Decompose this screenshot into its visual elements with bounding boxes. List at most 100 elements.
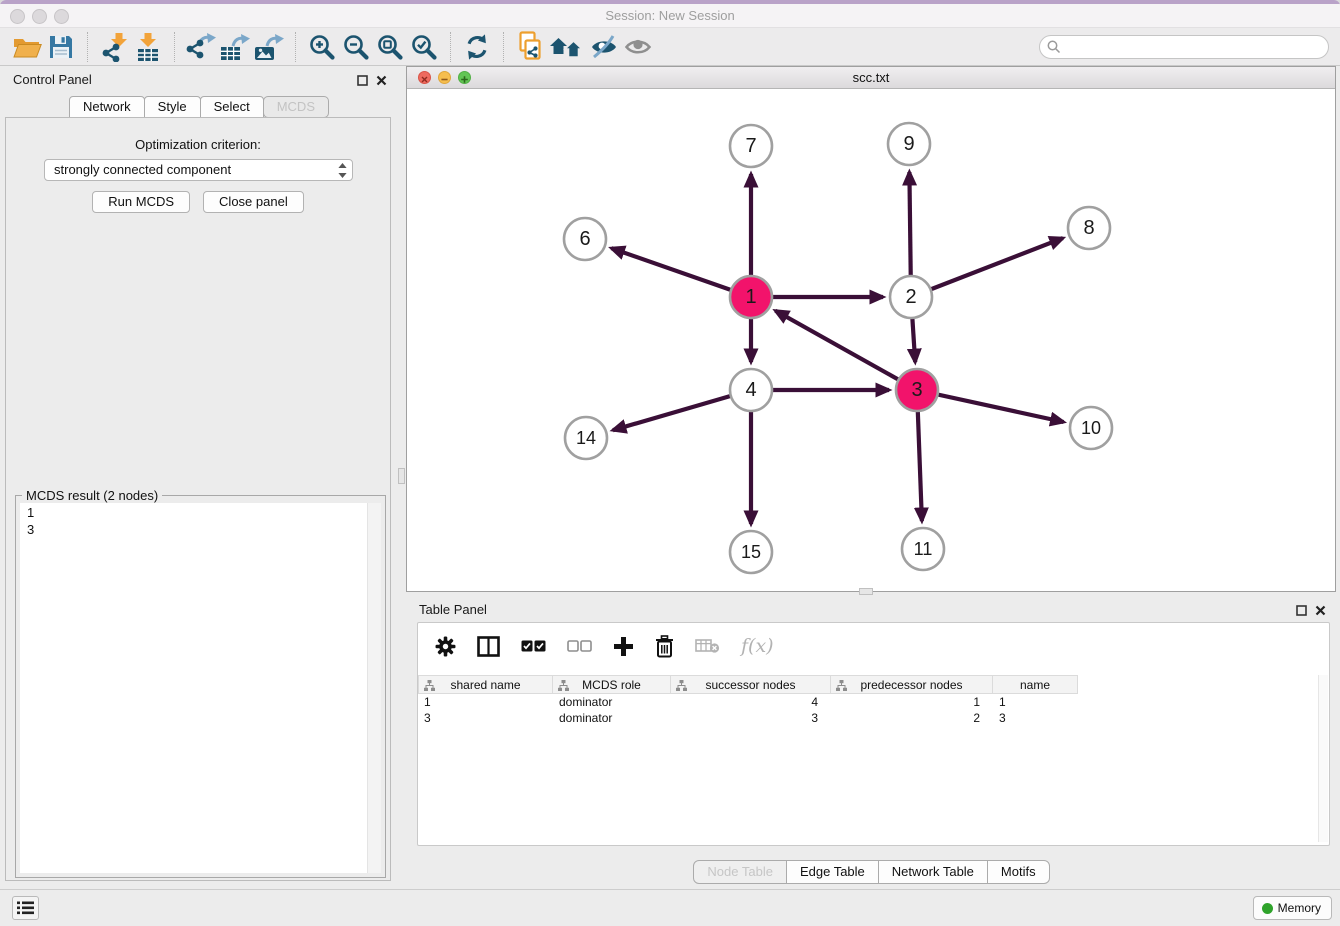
toolbar-separator bbox=[87, 32, 88, 62]
hierarchy-icon bbox=[424, 680, 435, 691]
zoom-selected-icon[interactable] bbox=[407, 30, 441, 64]
graph-node-1[interactable]: 1 bbox=[730, 276, 772, 318]
graph-node-2[interactable]: 2 bbox=[890, 276, 932, 318]
zoom-in-icon[interactable] bbox=[305, 30, 339, 64]
table-cell: dominator bbox=[553, 695, 671, 709]
import-network-icon[interactable] bbox=[97, 30, 131, 64]
graph-node-8[interactable]: 8 bbox=[1068, 207, 1110, 249]
svg-text:14: 14 bbox=[576, 428, 596, 448]
graph-node-15[interactable]: 15 bbox=[730, 531, 772, 573]
table-cell: 2 bbox=[831, 711, 993, 725]
column-header-successor-nodes[interactable]: successor nodes bbox=[671, 675, 831, 694]
graph-node-6[interactable]: 6 bbox=[564, 218, 606, 260]
graph-edge-2-8[interactable] bbox=[911, 238, 1063, 297]
frame-close-icon[interactable] bbox=[418, 71, 431, 84]
tab-select[interactable]: Select bbox=[200, 96, 264, 118]
graph-node-7[interactable]: 7 bbox=[730, 125, 772, 167]
column-label: predecessor nodes bbox=[860, 678, 962, 692]
column-header-shared-name[interactable]: shared name bbox=[418, 675, 553, 694]
toolbar-separator bbox=[174, 32, 175, 62]
svg-text:11: 11 bbox=[914, 539, 933, 559]
network-canvas[interactable]: 1 2 3 4 6 7 8 9 10 11 14 15 bbox=[407, 89, 1335, 591]
column-label: name bbox=[1020, 678, 1050, 692]
hierarchy-icon bbox=[836, 680, 847, 691]
mcds-result-group: MCDS result (2 nodes) 1 3 bbox=[15, 495, 386, 878]
tab-node-table[interactable]: Node Table bbox=[693, 860, 787, 884]
graph-edge-3-1[interactable] bbox=[775, 311, 917, 390]
home-icon[interactable] bbox=[547, 30, 587, 64]
hierarchy-icon bbox=[676, 680, 687, 691]
svg-text:2: 2 bbox=[905, 286, 916, 308]
copy-network-icon[interactable] bbox=[513, 30, 547, 64]
graph-edge-3-10[interactable] bbox=[917, 390, 1064, 422]
table-panel: Table Panel bbox=[406, 596, 1336, 888]
tab-motifs[interactable]: Motifs bbox=[987, 860, 1050, 884]
column-header-MCDS-role[interactable]: MCDS role bbox=[553, 675, 671, 694]
select-all-checkboxes-icon[interactable] bbox=[521, 640, 546, 652]
run-mcds-button[interactable]: Run MCDS bbox=[92, 191, 190, 213]
svg-text:15: 15 bbox=[741, 542, 761, 562]
graph-node-9[interactable]: 9 bbox=[888, 123, 930, 165]
table-cell: 3 bbox=[418, 711, 553, 725]
close-panel-icon[interactable] bbox=[1313, 604, 1327, 616]
add-column-icon[interactable] bbox=[613, 636, 634, 657]
graph-node-4[interactable]: 4 bbox=[730, 369, 772, 411]
export-table-icon[interactable] bbox=[218, 30, 252, 64]
table-cell: 3 bbox=[993, 711, 1078, 725]
frame-minimize-icon[interactable] bbox=[438, 71, 451, 84]
graph-node-3[interactable]: 3 bbox=[896, 369, 938, 411]
svg-text:9: 9 bbox=[903, 133, 914, 155]
column-label: successor nodes bbox=[705, 678, 795, 692]
close-panel-button[interactable]: Close panel bbox=[203, 191, 304, 213]
tab-mcds[interactable]: MCDS bbox=[263, 96, 329, 118]
control-panel-title: Control Panel bbox=[13, 72, 92, 87]
table-cell: dominator bbox=[553, 711, 671, 725]
horizontal-splitter-handle[interactable] bbox=[859, 588, 873, 595]
zoom-out-icon[interactable] bbox=[339, 30, 373, 64]
mcds-result-text[interactable]: 1 3 bbox=[20, 503, 381, 873]
refresh-icon[interactable] bbox=[460, 30, 494, 64]
tab-network-table[interactable]: Network Table bbox=[878, 860, 988, 884]
show-eye-icon[interactable] bbox=[621, 30, 655, 64]
close-panel-icon[interactable] bbox=[374, 74, 388, 86]
search-box[interactable] bbox=[1039, 35, 1329, 59]
hide-eye-icon[interactable] bbox=[587, 30, 621, 64]
optimization-select[interactable]: strongly connected component bbox=[44, 159, 353, 181]
search-input[interactable] bbox=[1061, 39, 1328, 56]
control-panel: Control Panel NetworkStyleSelectMCDS Opt… bbox=[0, 66, 397, 882]
toolbar-separator bbox=[503, 32, 504, 62]
tab-style[interactable]: Style bbox=[144, 96, 201, 118]
svg-text:4: 4 bbox=[745, 379, 756, 401]
column-header-name[interactable]: name bbox=[993, 675, 1078, 694]
table-row[interactable]: 1dominator411 bbox=[418, 694, 1078, 710]
function-builder-icon: f(x) bbox=[741, 635, 774, 657]
export-image-icon[interactable] bbox=[252, 30, 286, 64]
frame-zoom-icon[interactable] bbox=[458, 71, 471, 84]
float-panel-icon[interactable] bbox=[1294, 604, 1308, 616]
tab-network[interactable]: Network bbox=[69, 96, 145, 118]
delete-column-trash-icon[interactable] bbox=[655, 635, 674, 658]
column-label: shared name bbox=[450, 678, 520, 692]
open-file-icon[interactable] bbox=[10, 30, 44, 64]
import-table-icon[interactable] bbox=[131, 30, 165, 64]
show-columns-icon[interactable] bbox=[477, 636, 500, 657]
task-history-button[interactable] bbox=[12, 896, 39, 920]
main-toolbar bbox=[0, 27, 1340, 66]
export-network-icon[interactable] bbox=[184, 30, 218, 64]
deselect-all-checkboxes-icon[interactable] bbox=[567, 640, 592, 652]
graph-node-10[interactable]: 10 bbox=[1070, 407, 1112, 449]
graph-node-14[interactable]: 14 bbox=[565, 417, 607, 459]
float-panel-icon[interactable] bbox=[355, 74, 369, 86]
zoom-fit-icon[interactable] bbox=[373, 30, 407, 64]
table-scrollbar[interactable] bbox=[1318, 675, 1328, 842]
svg-text:8: 8 bbox=[1083, 217, 1094, 239]
tab-edge-table[interactable]: Edge Table bbox=[786, 860, 879, 884]
vertical-splitter-handle[interactable] bbox=[398, 468, 405, 484]
memory-button[interactable]: Memory bbox=[1253, 896, 1332, 920]
table-row[interactable]: 3dominator323 bbox=[418, 710, 1078, 726]
table-settings-gear-icon[interactable] bbox=[435, 636, 456, 657]
column-header-predecessor-nodes[interactable]: predecessor nodes bbox=[831, 675, 993, 694]
graph-node-11[interactable]: 11 bbox=[902, 528, 944, 570]
save-session-icon[interactable] bbox=[44, 30, 78, 64]
mcds-result-scrollbar[interactable] bbox=[367, 503, 381, 873]
